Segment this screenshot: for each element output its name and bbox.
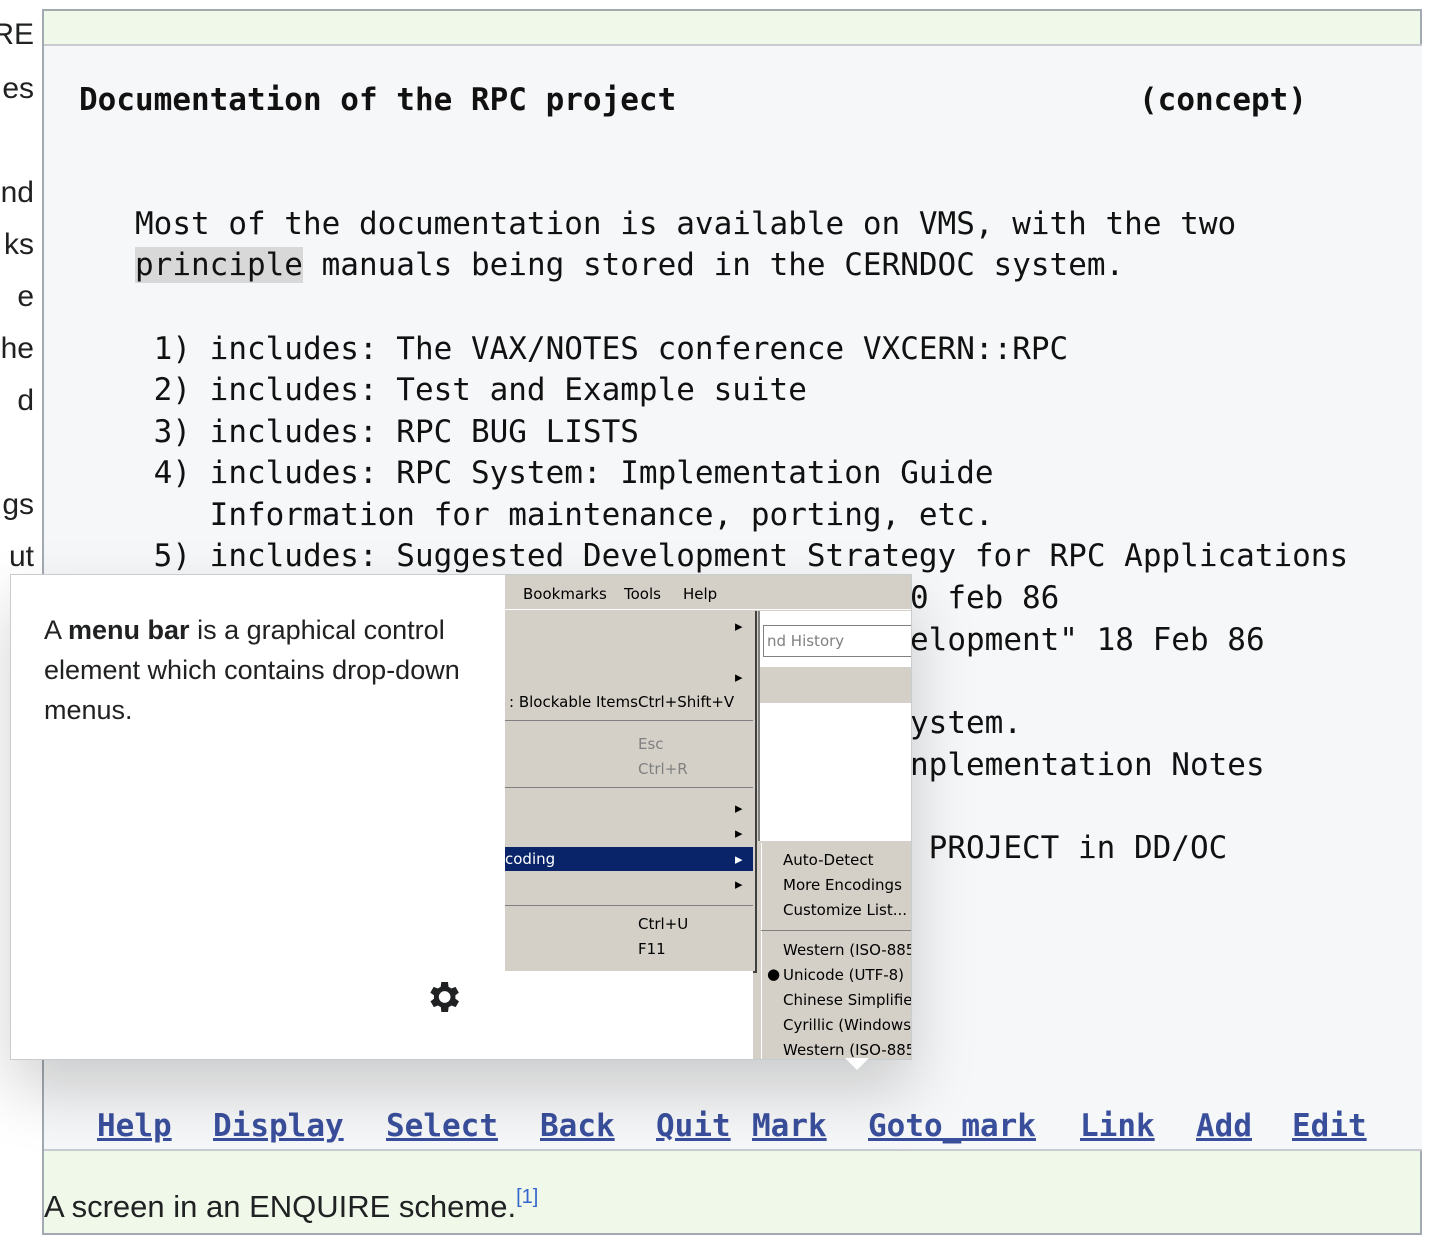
menu-item-shortcut: F11 [638,940,666,958]
list-item: 4) includes: RPC System: Implementation … [135,455,994,491]
menu-item-label: : Blockable Items [509,693,638,711]
popup-summary: A menu bar is a graphical control elemen… [44,615,460,725]
cmd-help[interactable]: Help [97,1108,172,1144]
fragment: es [2,72,34,105]
popup-term: menu bar [68,615,190,645]
fragment: RE [0,18,34,51]
menu-item-shortcut: Ctrl+Shift+V [638,693,735,711]
cmd-goto-mark[interactable]: Goto_mark [868,1108,1036,1144]
submenu-item: Chinese Simplified [783,991,912,1009]
menu-item-shortcut: Ctrl+R [638,760,688,778]
selected-word[interactable]: principle [135,247,303,283]
fragment: d [17,384,34,417]
cmd-quit[interactable]: Quit [656,1108,731,1144]
list-item: Information for maintenance, porting, et… [135,497,994,533]
reference-link[interactable]: [1] [516,1186,538,1208]
paragraph-line: Most of the documentation is available o… [135,206,1237,242]
cmd-display[interactable]: Display [213,1108,344,1144]
menubar-item: Bookmarks [523,585,607,603]
menu-item-selected: coding [505,850,556,868]
history-field: nd History [767,632,845,650]
list-item: 3) includes: RPC BUG LISTS [135,414,639,450]
hidden-text: ystem. [910,705,1022,741]
submenu-item: Western (ISO-885 [783,1041,912,1059]
fragment: ut [8,540,34,573]
submenu-item: Auto-Detect [783,851,874,869]
submenu-item: Western (ISO-885 [783,941,912,959]
fragment: gs [2,488,34,521]
submenu-item: Cyrillic (Windows-: [783,1016,912,1034]
menu-item-shortcut: Esc [638,735,664,753]
cmd-back[interactable]: Back [540,1108,615,1144]
gear-icon[interactable] [423,977,463,1017]
radio-dot-icon: ● [767,965,781,983]
page-title: Documentation of the RPC project [79,82,677,118]
figure-caption: A screen in an ENQUIRE scheme.[1] [44,1186,539,1224]
fragment: e [17,280,34,313]
submenu-item: More Encodings [783,876,902,894]
fragment: nd [0,176,34,209]
menu-screenshot: Bookmarks Tools Help ▸ ▸ : Blockable Ite… [505,575,912,1059]
cmd-mark[interactable]: Mark [752,1108,827,1144]
list-item: 2) includes: Test and Example suite [135,372,807,408]
popup-pointer [845,1058,869,1070]
preview-popup[interactable]: A menu bar is a graphical control elemen… [10,574,912,1060]
cmd-edit[interactable]: Edit [1292,1108,1367,1144]
menubar-item: Help [683,585,718,603]
submenu-item: Customize List... [783,901,908,919]
fragment: he [0,332,34,365]
menu-item-shortcut: Ctrl+U [638,915,689,933]
submenu-item: Unicode (UTF-8) [783,966,905,984]
hidden-text: elopment" 18 Feb 86 [910,622,1265,658]
paragraph-line: principle manuals being stored in the CE… [135,247,1125,283]
status-label: (concept) [1139,82,1307,118]
list-item: 5) includes: Suggested Development Strat… [135,538,1349,574]
menubar-item: Tools [624,585,661,603]
fragment: ks [4,228,34,261]
cmd-select[interactable]: Select [386,1108,498,1144]
hidden-text: nplementation Notes [910,747,1265,783]
list-item: 1) includes: The VAX/NOTES conference VX… [135,331,1069,367]
hidden-text: PROJECT in DD/OC [910,830,1228,866]
cmd-add[interactable]: Add [1196,1108,1252,1144]
cmd-link[interactable]: Link [1080,1108,1155,1144]
hidden-text: 0 feb 86 [910,580,1060,616]
